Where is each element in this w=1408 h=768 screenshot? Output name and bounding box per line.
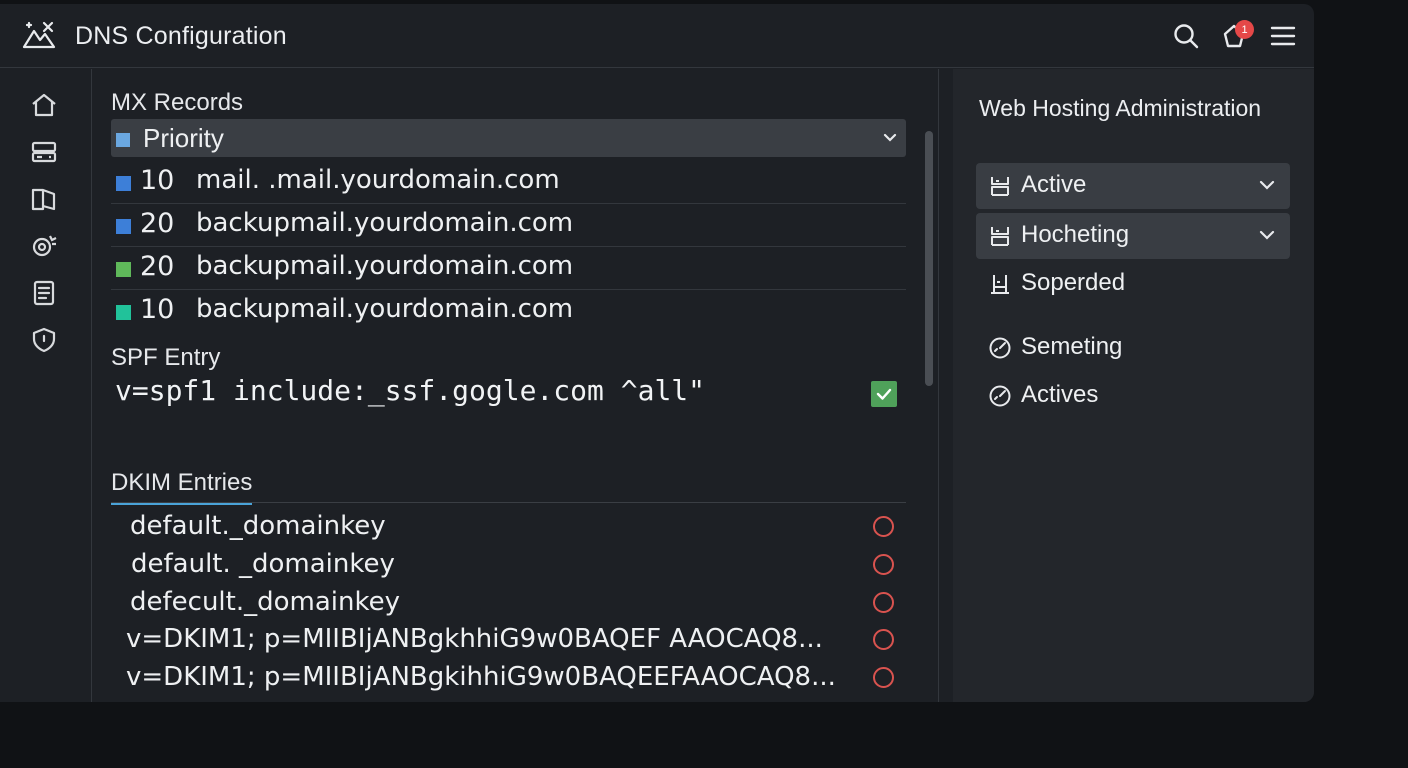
mx-host: backupmail.yourdomain.com: [196, 294, 574, 324]
spf-section-title: SPF Entry: [111, 344, 221, 371]
notification-badge: 1: [1235, 20, 1254, 39]
panel-item-actives[interactable]: Actives: [976, 373, 1290, 419]
dns-main-panel: MX Records Priority 10 mail. .mail.yourdo…: [93, 69, 939, 702]
server-stack-icon: [986, 172, 1014, 200]
app-window: DNS Configuration 1 MX Records Priority …: [0, 4, 1314, 702]
server-stack-icon: [986, 222, 1014, 250]
mx-color-swatch: [116, 262, 131, 277]
dkim-status-circle-icon[interactable]: [873, 516, 894, 537]
mx-priority: 10: [140, 294, 175, 325]
mx-priority-dropdown[interactable]: Priority: [111, 119, 906, 157]
mx-host: backupmail.yourdomain.com: [196, 251, 574, 281]
mx-color-swatch: [116, 305, 131, 320]
panel-item-semeting[interactable]: Semeting: [976, 325, 1290, 371]
page-title: DNS Configuration: [75, 22, 287, 50]
settings-icon[interactable]: [28, 230, 60, 262]
dkim-entry-text[interactable]: default. _domainkey: [131, 549, 395, 583]
panel-item-soperded[interactable]: Soperded: [976, 261, 1290, 307]
document-icon[interactable]: [28, 277, 60, 309]
panel-item-label: Actives: [1021, 381, 1099, 408]
menu-icon[interactable]: [1267, 20, 1299, 52]
panel-item-label: Semeting: [1021, 333, 1123, 360]
dkim-divider: [111, 502, 906, 503]
server-icon[interactable]: [28, 136, 60, 168]
mx-host: backupmail.yourdomain.com: [196, 208, 574, 238]
main-scrollbar[interactable]: [925, 131, 933, 386]
shield-icon[interactable]: [28, 324, 60, 356]
dkim-entry-text[interactable]: defecult._domainkey: [130, 587, 400, 621]
mx-color-swatch: [116, 219, 131, 234]
dkim-entry-text[interactable]: v=DKIM1; p=MIIBIjANBgkhhiG9w0BAQEF AAOCA…: [126, 624, 823, 658]
priority-header-label: Priority: [143, 123, 224, 153]
panel-item-active[interactable]: Active: [976, 163, 1290, 209]
mx-color-swatch: [116, 176, 131, 191]
app-logo-icon: [22, 20, 56, 52]
server-stand-icon: [986, 270, 1014, 298]
dkim-status-circle-icon[interactable]: [873, 554, 894, 575]
panel-item-label: Hocheting: [1021, 221, 1130, 248]
chevron-down-icon[interactable]: [880, 128, 900, 152]
spf-valid-checkbox[interactable]: [871, 381, 897, 407]
book-icon[interactable]: [28, 183, 60, 215]
mx-record-row[interactable]: 10 mail. .mail.yourdomain.com: [111, 161, 906, 204]
search-icon[interactable]: [1170, 20, 1202, 52]
mx-host: mail. .mail.yourdomain.com: [196, 165, 560, 195]
mx-section-title: MX Records: [111, 89, 244, 116]
dkim-section-title: DKIM Entries: [111, 469, 253, 505]
home-icon[interactable]: [28, 89, 60, 121]
priority-color-swatch: [116, 133, 130, 147]
sidebar: [0, 69, 92, 702]
mx-record-row[interactable]: 20 backupmail.yourdomain.com: [111, 247, 906, 290]
panel-item-label: Soperded: [1021, 269, 1126, 296]
dkim-status-circle-icon[interactable]: [873, 667, 894, 688]
mx-record-row[interactable]: 20 backupmail.yourdomain.com: [111, 204, 906, 247]
dkim-entry-text[interactable]: v=DKIM1; p=MIIBIjANBgkihhiG9w0BAQEEFAAOC…: [126, 662, 836, 696]
dkim-status-circle-icon[interactable]: [873, 629, 894, 650]
dkim-status-circle-icon[interactable]: [873, 592, 894, 613]
gauge-icon: [986, 334, 1014, 362]
spf-record-value[interactable]: v=spf1 include:_ssf.gogle.com ^all": [115, 374, 705, 407]
chevron-down-icon[interactable]: [1256, 224, 1278, 250]
dkim-entry-text[interactable]: default._domainkey: [130, 511, 386, 545]
title-bar: DNS Configuration 1: [0, 4, 1314, 68]
mx-priority: 20: [140, 251, 175, 282]
mx-priority: 10: [140, 165, 175, 196]
panel-item-hocheting[interactable]: Hocheting: [976, 213, 1290, 259]
panel-title: Web Hosting Administration: [979, 95, 1262, 121]
mx-record-row[interactable]: 10 backupmail.yourdomain.com: [111, 290, 906, 333]
panel-item-label: Active: [1021, 171, 1087, 198]
chevron-down-icon[interactable]: [1256, 174, 1278, 200]
mx-priority: 20: [140, 208, 175, 239]
hosting-admin-panel: Web Hosting Administration Active Hocheti…: [953, 69, 1314, 702]
gauge-icon: [986, 382, 1014, 410]
